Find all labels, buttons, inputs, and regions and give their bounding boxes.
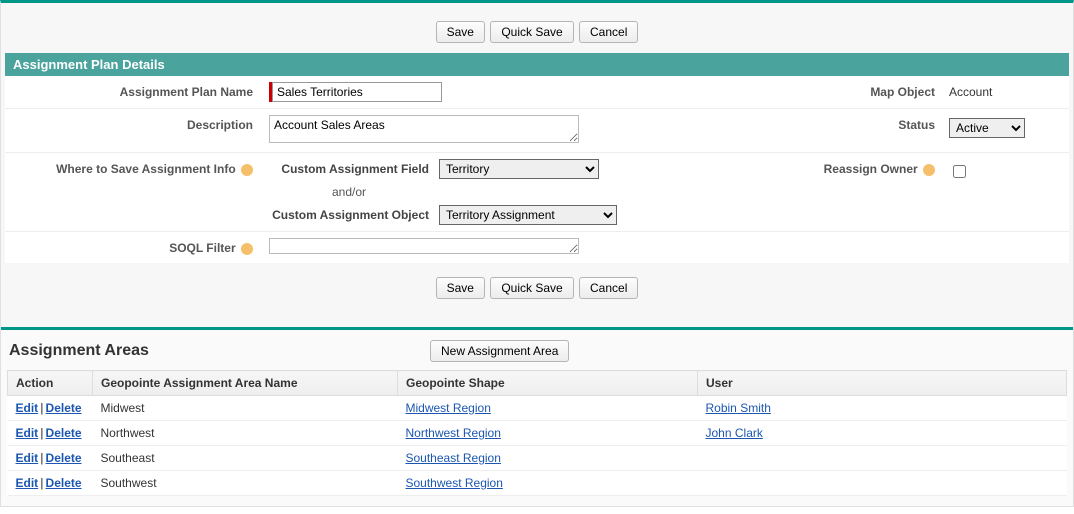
where-save-label: Where to Save Assignment Info (5, 159, 265, 176)
shape-link[interactable]: Southeast Region (406, 451, 501, 465)
assignment-areas-table: Action Geopointe Assignment Area Name Ge… (7, 370, 1067, 496)
area-name-cell: Southwest (93, 471, 398, 496)
quick-save-button[interactable]: Quick Save (490, 21, 573, 43)
save-button[interactable]: Save (436, 21, 485, 43)
shape-link[interactable]: Southwest Region (406, 476, 503, 490)
user-cell (698, 446, 1067, 471)
table-row: Edit|Delete Southwest Southwest Region (8, 471, 1067, 496)
map-object-label: Map Object (870, 82, 949, 99)
edit-link[interactable]: Edit (16, 451, 39, 465)
soql-filter-label: SOQL Filter (5, 238, 265, 257)
separator: | (40, 451, 43, 465)
col-shape: Geopointe Shape (398, 371, 698, 396)
table-row: Edit|Delete Southeast Southeast Region (8, 446, 1067, 471)
user-cell: John Clark (698, 421, 1067, 446)
save-button[interactable]: Save (436, 277, 485, 299)
delete-link[interactable]: Delete (46, 476, 82, 490)
assignment-areas-title: Assignment Areas (9, 342, 429, 360)
user-cell: Robin Smith (698, 396, 1067, 421)
status-select[interactable]: Active (949, 118, 1025, 138)
separator: | (40, 426, 43, 440)
separator: | (40, 476, 43, 490)
col-user: User (698, 371, 1067, 396)
delete-link[interactable]: Delete (46, 451, 82, 465)
user-link[interactable]: John Clark (706, 426, 763, 440)
description-label: Description (5, 115, 265, 146)
area-name-cell: Southeast (93, 446, 398, 471)
cancel-button[interactable]: Cancel (579, 277, 638, 299)
edit-link[interactable]: Edit (16, 426, 39, 440)
bottom-button-row: Save Quick Save Cancel (5, 263, 1069, 309)
area-name-cell: Northwest (93, 421, 398, 446)
cancel-button[interactable]: Cancel (579, 21, 638, 43)
shape-link[interactable]: Midwest Region (406, 401, 491, 415)
custom-object-select[interactable]: Territory Assignment (439, 205, 617, 225)
reassign-owner-label: Reassign Owner (824, 159, 949, 176)
custom-object-label: Custom Assignment Object (269, 208, 439, 222)
custom-field-select[interactable]: Territory (439, 159, 599, 179)
plan-name-input[interactable] (272, 82, 442, 102)
help-icon[interactable] (923, 164, 935, 176)
table-row: Edit|Delete Northwest Northwest Region John… (8, 421, 1067, 446)
help-icon[interactable] (241, 243, 253, 255)
delete-link[interactable]: Delete (46, 401, 82, 415)
col-area-name: Geopointe Assignment Area Name (93, 371, 398, 396)
description-textarea[interactable]: Account Sales Areas (269, 115, 579, 143)
new-assignment-area-button[interactable]: New Assignment Area (430, 340, 569, 362)
area-name-cell: Midwest (93, 396, 398, 421)
status-label: Status (898, 115, 949, 132)
soql-filter-textarea[interactable] (269, 238, 579, 254)
details-section-header: Assignment Plan Details (5, 53, 1069, 76)
reassign-owner-checkbox[interactable] (953, 165, 966, 178)
top-button-row: Save Quick Save Cancel (5, 7, 1069, 53)
map-object-value: Account (949, 82, 1039, 99)
delete-link[interactable]: Delete (46, 426, 82, 440)
plan-name-label: Assignment Plan Name (5, 82, 265, 102)
edit-link[interactable]: Edit (16, 476, 39, 490)
col-action: Action (8, 371, 93, 396)
table-row: Edit|Delete Midwest Midwest Region Robin Sm… (8, 396, 1067, 421)
separator: | (40, 401, 43, 415)
details-panel: Assignment Plan Name Map Object Account … (5, 76, 1069, 263)
user-cell (698, 471, 1067, 496)
user-link[interactable]: Robin Smith (706, 401, 771, 415)
shape-link[interactable]: Northwest Region (406, 426, 501, 440)
andor-label: and/or (269, 185, 439, 199)
help-icon[interactable] (241, 164, 253, 176)
custom-field-label: Custom Assignment Field (269, 162, 439, 176)
quick-save-button[interactable]: Quick Save (490, 277, 573, 299)
edit-link[interactable]: Edit (16, 401, 39, 415)
